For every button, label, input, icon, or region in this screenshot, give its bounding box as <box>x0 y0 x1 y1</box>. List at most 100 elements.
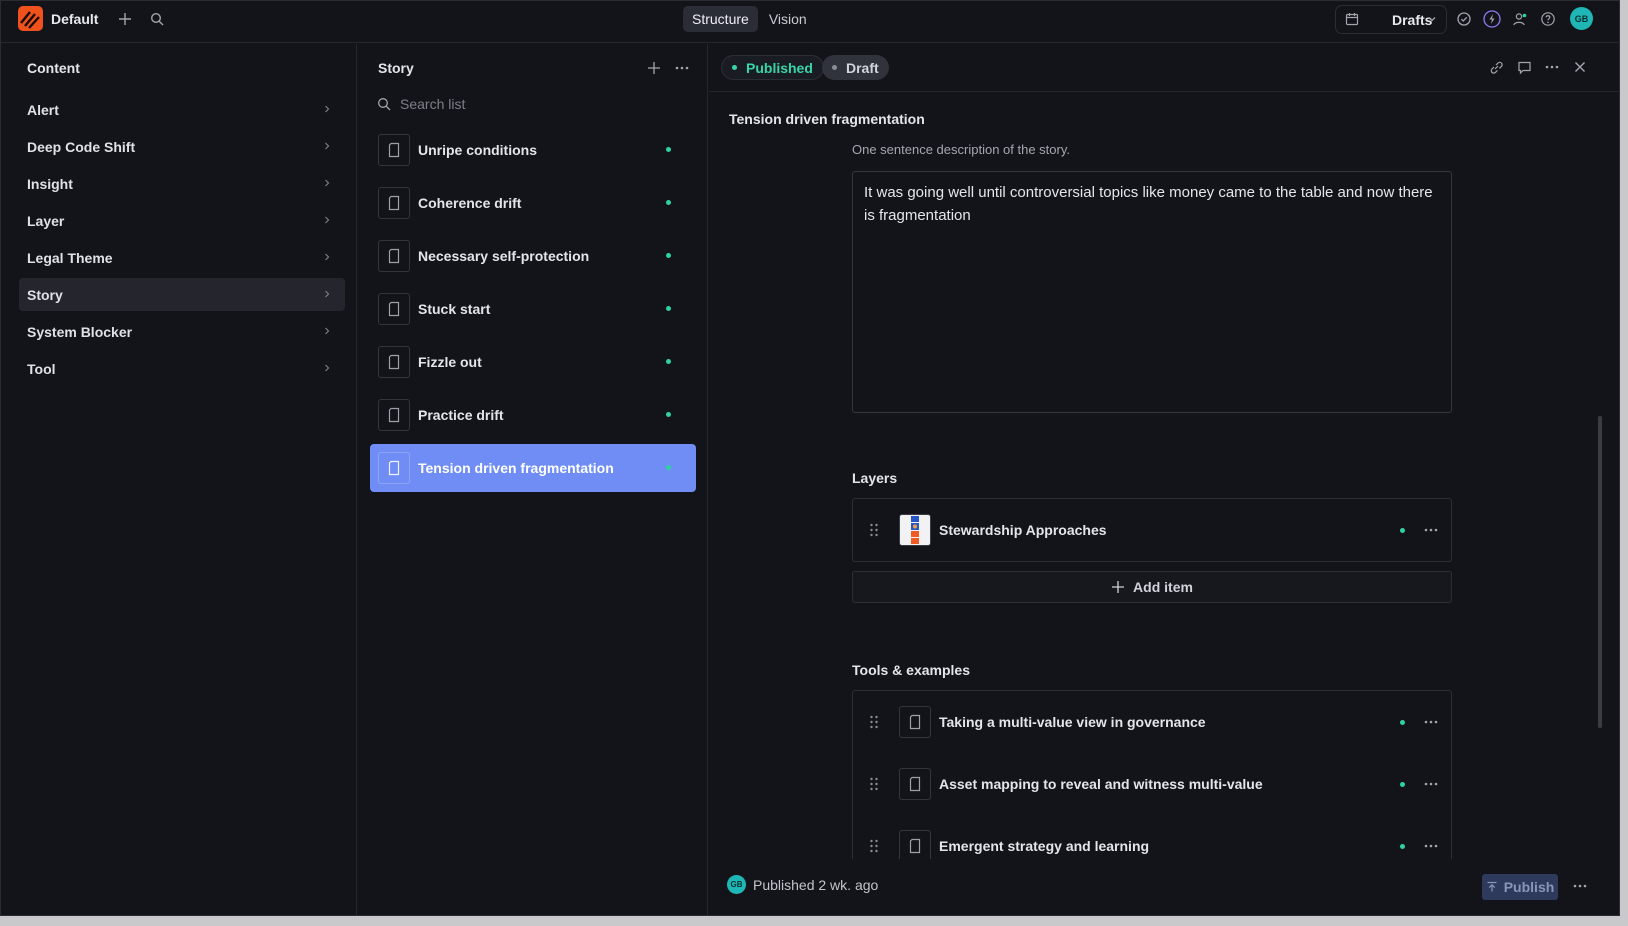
help-icon[interactable] <box>1538 9 1558 29</box>
published-status-dot <box>1400 528 1405 533</box>
tasks-check-icon[interactable] <box>1454 9 1474 29</box>
layers-array: Stewardship Approaches <box>852 498 1452 562</box>
published-status-dot <box>1400 720 1405 725</box>
chevron-right-icon <box>325 142 330 150</box>
layer-reference-label: Stewardship Approaches <box>939 522 1107 538</box>
content-pane: Content Alert Deep Code Shift Insight La… <box>1 44 357 915</box>
chevron-right-icon <box>325 364 330 372</box>
list-item-label: Coherence drift <box>418 195 522 211</box>
publish-button[interactable]: Publish <box>1482 874 1558 900</box>
nav-item-system-blocker[interactable]: System Blocker <box>19 315 345 348</box>
document-icon <box>378 240 410 272</box>
drag-handle-icon[interactable] <box>868 714 880 730</box>
list-pane-title: Story <box>378 60 414 76</box>
story-list-pane: Story Search list Unripe conditions Cohe… <box>358 44 708 915</box>
tool-reference-row[interactable]: Asset mapping to reveal and witness mult… <box>853 753 1451 815</box>
more-options-icon[interactable] <box>1423 838 1439 854</box>
draft-badge-label: Draft <box>846 59 879 76</box>
list-item[interactable]: Fizzle out <box>370 338 696 386</box>
chevron-right-icon <box>325 327 330 335</box>
more-options-icon[interactable] <box>1423 522 1439 538</box>
list-item[interactable]: Stuck start <box>370 285 696 333</box>
comment-icon[interactable] <box>1514 57 1534 77</box>
published-status-dot <box>666 412 671 417</box>
nav-item-label: Tool <box>27 360 56 377</box>
editor-header: Published Draft <box>709 44 1619 92</box>
nav-item-tool[interactable]: Tool <box>19 352 345 385</box>
document-icon <box>378 346 410 378</box>
published-status-dot <box>666 465 671 470</box>
publish-status-text: Published 2 wk. ago <box>753 877 879 893</box>
add-item-button[interactable]: Add item <box>852 571 1452 603</box>
publish-arrow-icon <box>1487 881 1497 892</box>
more-actions-icon[interactable] <box>1570 876 1590 896</box>
list-item[interactable]: Necessary self-protection <box>370 232 696 280</box>
nav-item-label: Insight <box>27 175 73 192</box>
published-status-dot <box>666 359 671 364</box>
nav-item-layer[interactable]: Layer <box>19 204 345 237</box>
search-icon[interactable] <box>147 9 167 29</box>
document-icon <box>378 187 410 219</box>
nav-item-label: Story <box>27 286 63 303</box>
tab-vision[interactable]: Vision <box>760 6 816 32</box>
draft-badge[interactable]: Draft <box>822 55 889 80</box>
top-bar: Default Structure Vision Drafts GB <box>1 1 1619 43</box>
mode-tabs: Structure Vision <box>683 6 816 32</box>
published-dot <box>732 65 737 70</box>
tool-reference-label: Asset mapping to reveal and witness mult… <box>939 776 1263 792</box>
nav-item-story[interactable]: Story <box>19 278 345 311</box>
more-options-icon[interactable] <box>1423 714 1439 730</box>
close-icon[interactable] <box>1570 57 1590 77</box>
user-avatar[interactable]: GB <box>1570 7 1593 30</box>
document-icon <box>378 293 410 325</box>
nav-item-deep-code-shift[interactable]: Deep Code Shift <box>19 130 345 163</box>
published-status-dot <box>666 200 671 205</box>
drag-handle-icon[interactable] <box>868 838 880 854</box>
chevron-right-icon <box>325 216 330 224</box>
list-item[interactable]: Coherence drift <box>370 179 696 227</box>
presence-users-icon[interactable] <box>1510 9 1530 29</box>
drag-handle-icon[interactable] <box>868 776 880 792</box>
workspace-name[interactable]: Default <box>51 11 98 27</box>
drag-handle-icon[interactable] <box>868 522 880 538</box>
list-item-label: Fizzle out <box>418 354 482 370</box>
tool-reference-label: Emergent strategy and learning <box>939 838 1150 854</box>
more-options-icon[interactable] <box>1423 776 1439 792</box>
chevron-right-icon <box>325 105 330 113</box>
add-item-label: Add item <box>1133 579 1193 595</box>
description-textarea[interactable]: It was going well until controversial to… <box>852 171 1452 413</box>
tool-reference-row[interactable]: Taking a multi-value view in governance <box>853 691 1451 753</box>
list-item-label: Unripe conditions <box>418 142 537 158</box>
release-selector[interactable]: Drafts <box>1335 5 1447 34</box>
list-item-selected[interactable]: Tension driven fragmentation <box>370 444 696 492</box>
editor-scrollbar[interactable] <box>1598 416 1602 728</box>
tab-structure[interactable]: Structure <box>683 6 758 32</box>
layer-thumbnail-image <box>899 514 931 546</box>
nav-item-label: Alert <box>27 101 59 118</box>
studio-window: Default Structure Vision Drafts GB Conte… <box>0 0 1620 916</box>
published-badge-label: Published <box>746 59 813 76</box>
more-options-icon[interactable] <box>672 58 692 78</box>
layer-reference-row[interactable]: Stewardship Approaches <box>853 499 1451 561</box>
more-options-icon[interactable] <box>1542 57 1562 77</box>
sanity-logo-icon[interactable] <box>18 6 43 31</box>
search-list-input[interactable]: Search list <box>400 96 465 112</box>
nav-item-legal-theme[interactable]: Legal Theme <box>19 241 345 274</box>
nav-item-alert[interactable]: Alert <box>19 93 345 126</box>
link-icon[interactable] <box>1486 57 1506 77</box>
chevron-right-icon <box>325 290 330 298</box>
content-pane-title: Content <box>27 60 80 76</box>
description-hint: One sentence description of the story. <box>852 142 1070 157</box>
create-document-plus-icon[interactable] <box>644 58 664 78</box>
plus-icon[interactable] <box>115 9 135 29</box>
nav-item-label: Layer <box>27 212 65 229</box>
list-item[interactable]: Practice drift <box>370 391 696 439</box>
published-status-dot <box>1400 844 1405 849</box>
calendar-icon <box>1342 9 1362 29</box>
published-badge[interactable]: Published <box>721 55 824 80</box>
tools-label: Tools & examples <box>852 662 971 678</box>
nav-item-insight[interactable]: Insight <box>19 167 345 200</box>
bolt-icon[interactable] <box>1482 9 1502 29</box>
document-icon <box>378 452 410 484</box>
list-item[interactable]: Unripe conditions <box>370 126 696 174</box>
